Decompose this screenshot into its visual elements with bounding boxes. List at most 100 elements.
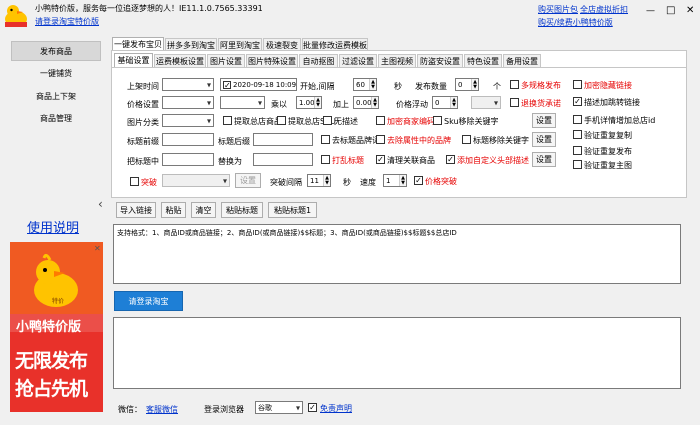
break-interval-input[interactable]: 11 ▲ ▼	[307, 174, 331, 187]
tab-publish[interactable]: 一键发布宝贝	[112, 37, 164, 51]
subtab-anti-theft[interactable]: 防盗安设置	[417, 54, 463, 67]
verify-main-image-label[interactable]: 验证重复主图	[584, 160, 632, 171]
help-link[interactable]: 使用说明	[27, 217, 79, 236]
publish-count-input[interactable]: 0 ▲ ▼	[455, 78, 479, 91]
minimize-button[interactable]: —	[646, 6, 655, 16]
price-settings-select[interactable]	[162, 96, 214, 109]
subtab-image[interactable]: 图片设置	[207, 54, 245, 67]
hide-link-checkbox[interactable]	[573, 80, 582, 89]
sidebar-item-manage[interactable]: 商品管理	[11, 108, 101, 128]
remove-attr-brand-label[interactable]: 去除属性中的品牌	[387, 135, 451, 146]
disclaimer-link[interactable]: 免责声明	[320, 403, 352, 414]
clear-button[interactable]: 清空	[191, 202, 216, 218]
verify-main-image-checkbox[interactable]	[573, 160, 582, 169]
verify-dup-pub-checkbox[interactable]	[573, 146, 582, 155]
price-float-input[interactable]: 0 ▲ ▼	[432, 96, 458, 109]
subtab-main-video[interactable]: 主图视频	[378, 54, 416, 67]
custom-desc-label[interactable]: 添加自定义头部描述	[457, 155, 529, 166]
no-desc-label[interactable]: 无描述	[334, 116, 358, 127]
paste-button[interactable]: 粘贴	[161, 202, 186, 218]
refund-label[interactable]: 退换货承诺	[521, 98, 561, 109]
verify-dup-pub-label[interactable]: 验证重复发布	[584, 146, 632, 157]
browser-select[interactable]: 谷歌	[255, 401, 303, 414]
subtab-backup[interactable]: 备用设置	[503, 54, 541, 67]
multi-spec-label[interactable]: 多规格发布	[521, 80, 561, 91]
multi-spec-checkbox[interactable]	[510, 80, 519, 89]
breakthrough-checkbox[interactable]	[130, 177, 139, 186]
subtab-freight[interactable]: 运费模板设置	[154, 54, 206, 67]
title-find-input[interactable]	[162, 153, 214, 166]
title-suffix-input[interactable]	[253, 133, 313, 146]
custom-desc-checkbox[interactable]	[446, 155, 455, 164]
sku-remove-label[interactable]: Sku移除关键字	[444, 116, 499, 127]
remove-brand-label[interactable]: 去标题品牌词	[332, 135, 380, 146]
no-desc-checkbox[interactable]	[323, 116, 332, 125]
custom-desc-settings-button[interactable]: 设置	[532, 152, 556, 167]
subtab-image-special[interactable]: 图片特殊设置	[246, 54, 298, 67]
float-unit-select[interactable]	[471, 96, 501, 109]
login-taobao-button[interactable]: 请登录淘宝	[114, 291, 183, 311]
multiply-input[interactable]: 1.00 ▲ ▼	[296, 96, 322, 109]
remove-attr-brand-checkbox[interactable]	[376, 135, 385, 144]
link-input-area[interactable]: 支持格式：1、商品ID或商品链接；2、商品ID(或商品链接)$$标题；3、商品I…	[113, 224, 681, 284]
close-button[interactable]: ✕	[686, 5, 694, 16]
disclaimer-checkbox[interactable]	[308, 403, 317, 412]
title-remove-kw-checkbox[interactable]	[462, 135, 471, 144]
title-remove-kw-label[interactable]: 标题移除关键字	[473, 135, 529, 146]
verify-dup-label[interactable]: 验证重复复制	[584, 130, 632, 141]
sku-remove-checkbox[interactable]	[433, 116, 442, 125]
encrypt-code-label[interactable]: 加密商家编码	[387, 116, 435, 127]
encrypt-code-checkbox[interactable]	[376, 116, 385, 125]
hide-link-label[interactable]: 加密隐藏链接	[584, 80, 632, 91]
price-break-label[interactable]: 价格突破	[425, 176, 457, 187]
disrupt-title-checkbox[interactable]	[321, 155, 330, 164]
virtual-discount-link[interactable]: 全店虚拟折扣	[580, 4, 628, 15]
collapse-sidebar-icon[interactable]: ‹	[98, 197, 103, 211]
verify-dup-checkbox[interactable]	[573, 130, 582, 139]
subtab-feature[interactable]: 特色设置	[464, 54, 502, 67]
login-link[interactable]: 请登录淘宝特价版	[35, 16, 99, 27]
remove-brand-checkbox[interactable]	[321, 135, 330, 144]
sidebar-item-publish[interactable]: 发布商品	[11, 41, 101, 61]
interval-input[interactable]: 60 ▲ ▼	[353, 78, 377, 91]
buy-image-pack-link[interactable]: 购买图片包	[538, 4, 578, 15]
title-replace-input[interactable]	[253, 153, 313, 166]
mobile-detail-checkbox[interactable]	[573, 115, 582, 124]
extract-sku-checkbox[interactable]	[277, 116, 286, 125]
extract-shop-label[interactable]: 提取总店商品	[234, 116, 282, 127]
datetime-picker[interactable]: 2020-09-18 10:09:22	[220, 78, 297, 91]
buy-renew-link[interactable]: 购买/续费小鸭特价版	[538, 17, 613, 28]
sidebar-item-shelf[interactable]: 商品上下架	[11, 86, 101, 106]
title-prefix-input[interactable]	[162, 133, 214, 146]
extract-shop-checkbox[interactable]	[223, 116, 232, 125]
desc-link-checkbox[interactable]	[573, 97, 582, 106]
sidebar-item-distribute[interactable]: 一键铺货	[11, 63, 101, 83]
paste-title-button[interactable]: 粘贴标题	[221, 202, 263, 218]
desc-link-label[interactable]: 描述加跳转链接	[584, 97, 640, 108]
mobile-detail-label[interactable]: 手机详情增加总店id	[584, 115, 655, 126]
datetime-enable-checkbox[interactable]	[223, 80, 231, 89]
breakthrough-label[interactable]: 突破	[141, 177, 157, 188]
subtab-basic[interactable]: 基础设置	[114, 53, 153, 67]
title-kw-settings-button[interactable]: 设置	[532, 132, 556, 147]
speed-input[interactable]: 1 ▲ ▼	[383, 174, 407, 187]
disrupt-title-label[interactable]: 打乱标题	[332, 155, 364, 166]
breakthrough-settings-button[interactable]: 设置	[235, 173, 261, 188]
price-break-checkbox[interactable]	[414, 176, 423, 185]
service-wechat-link[interactable]: 客服微信	[146, 404, 178, 415]
ad-close-icon[interactable]: ✕	[94, 244, 101, 253]
image-class-select[interactable]	[162, 114, 214, 127]
maximize-button[interactable]: □	[666, 5, 675, 16]
clean-related-checkbox[interactable]	[376, 155, 385, 164]
ad-banner[interactable]: 特价 小鸭特价版 无限发布 抢占先机	[10, 242, 103, 412]
breakthrough-select[interactable]	[162, 174, 230, 187]
paste-title1-button[interactable]: 粘贴标题1	[268, 202, 317, 218]
subtab-auto-cutout[interactable]: 自动抠图	[299, 54, 338, 67]
up-time-select[interactable]	[162, 78, 214, 91]
sku-settings-button[interactable]: 设置	[532, 113, 556, 128]
price-mode-select[interactable]	[220, 96, 265, 109]
subtab-filter[interactable]: 过滤设置	[339, 54, 377, 67]
clean-related-label[interactable]: 清理关联商品	[387, 155, 435, 166]
import-link-button[interactable]: 导入链接	[116, 202, 156, 218]
log-area[interactable]	[113, 317, 681, 389]
